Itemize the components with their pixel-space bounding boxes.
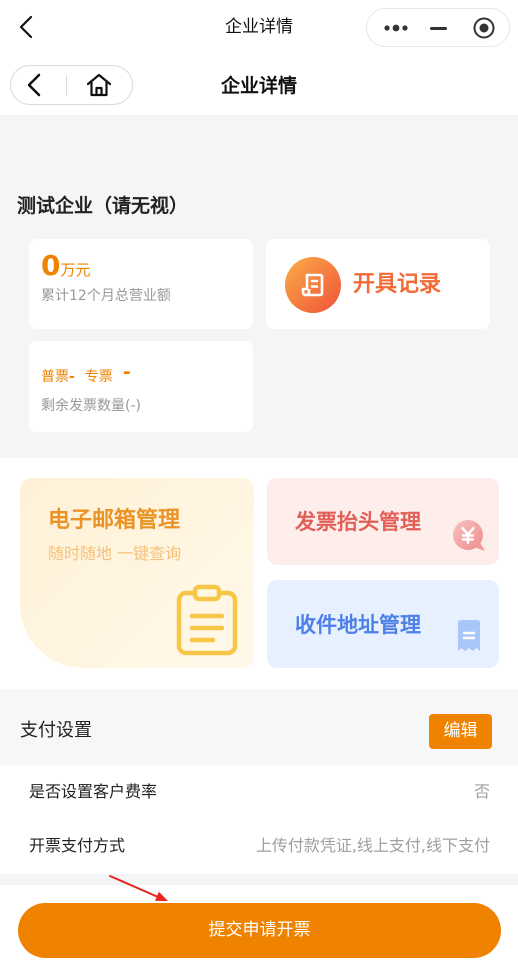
minimize-icon[interactable] [430, 27, 447, 30]
revenue-value: 0 [41, 249, 61, 282]
special-invoice-value: - [122, 361, 131, 383]
payment-method-label: 开票支付方式 [29, 836, 126, 855]
email-management-card[interactable]: 电子邮箱管理 随时随地 一键查询 [20, 478, 254, 668]
clipboard-icon [175, 584, 239, 656]
invoice-title-management-card[interactable]: 发票抬头管理 [267, 478, 499, 565]
system-nav-bar: 企业详情 [0, 0, 518, 54]
email-management-title: 电子邮箱管理 [48, 508, 181, 533]
invoice-record-icon [285, 257, 341, 313]
footer-bar: 提交申请开票 [0, 885, 518, 975]
payment-settings-header: 支付设置 编辑 [0, 689, 518, 765]
capsule-menu [366, 8, 510, 47]
normal-invoice-label: 普票 [41, 369, 69, 385]
customer-rate-label: 是否设置客户费率 [29, 782, 158, 801]
edit-button[interactable]: 编辑 [429, 714, 492, 749]
settings-row: 是否设置客户费率 否 [0, 765, 518, 820]
invoice-type-counts: 普票- 专票 - [41, 362, 131, 387]
settings-row: 开票支付方式 上传付款凭证,线上支付,线下支付 [0, 820, 518, 874]
payment-settings-title: 支付设置 [20, 720, 92, 741]
revenue-unit: 万元 [60, 261, 91, 279]
section-gap [0, 874, 518, 885]
address-management-title: 收件地址管理 [295, 613, 421, 637]
yuan-bubble-icon [451, 518, 489, 554]
receipt-icon [455, 619, 483, 653]
annotation-arrow [100, 868, 180, 908]
revenue-label: 累计12个月总营业额 [41, 288, 171, 304]
remaining-invoice-label: 剩余发票数量(-) [41, 398, 141, 414]
payment-method-value: 上传付款凭证,线上支付,线下支付 [255, 836, 490, 855]
email-management-subtitle: 随时随地 一键查询 [48, 544, 182, 563]
company-name: 测试企业（请无视） [17, 195, 189, 217]
invoice-title-management-title: 发票抬头管理 [295, 510, 421, 534]
customer-rate-value: 否 [473, 782, 490, 801]
address-management-card[interactable]: 收件地址管理 [267, 580, 499, 668]
target-close-icon[interactable] [473, 17, 495, 39]
submit-invoice-button[interactable]: 提交申请开票 [18, 903, 501, 958]
invoice-record-label: 开具记录 [353, 272, 442, 297]
special-invoice-label: 专票 [84, 369, 113, 385]
invoice-record-card[interactable]: 开具记录 [266, 239, 490, 329]
company-summary: 测试企业（请无视） 0万元 累计12个月总营业额 开具记录 普票- 专票 - 剩余发… [0, 115, 518, 458]
app-screen: 企业详情 企业详情 测试企业（请无视） 0万元 累计12个月总营业额 开具记录 … [0, 0, 518, 975]
invoice-count-card: 普票- 专票 - 剩余发票数量(-) [29, 341, 253, 432]
page-header: 企业详情 [0, 54, 518, 115]
page-title: 企业详情 [220, 75, 297, 97]
more-dots-icon[interactable] [383, 23, 409, 33]
revenue-card: 0万元 累计12个月总营业额 [29, 239, 253, 329]
normal-invoice-value: - [69, 369, 75, 385]
revenue-amount: 0万元 [41, 251, 91, 285]
